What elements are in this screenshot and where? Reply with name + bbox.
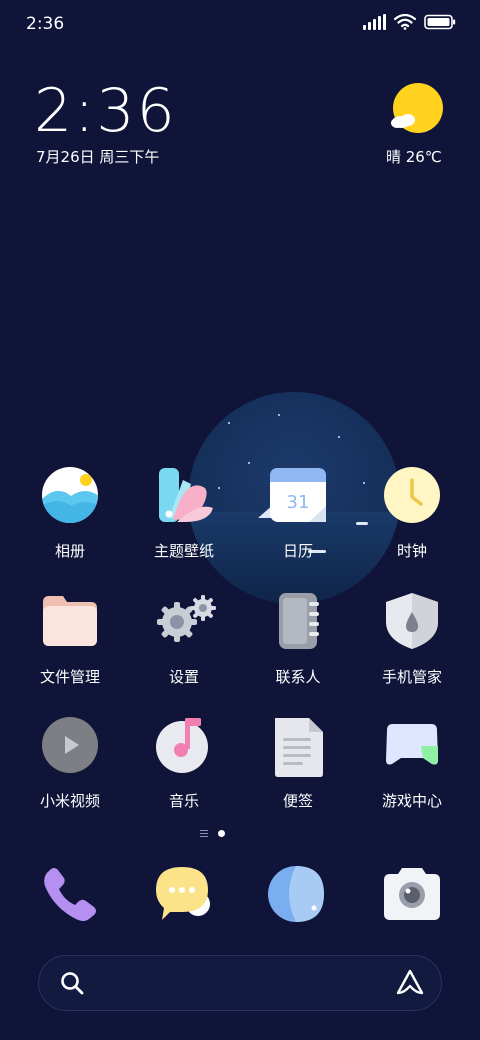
page-indicator[interactable] (200, 830, 225, 837)
app-themes[interactable]: 主题壁纸 (126, 466, 242, 561)
app-label: 手机管家 (381, 668, 442, 686)
contacts-icon (279, 593, 319, 649)
game-controller-icon (386, 724, 438, 765)
clock-icon (384, 467, 440, 523)
themes-icon (159, 468, 213, 522)
app-music[interactable]: 音乐 (126, 716, 242, 811)
cellular-signal-icon (363, 14, 386, 30)
app-label: 设置 (168, 668, 199, 686)
xiaoai-assistant-icon[interactable] (395, 968, 425, 998)
app-gallery[interactable]: 相册 (12, 466, 128, 561)
status-icons (363, 14, 456, 30)
sunny-cloud-icon[interactable] (388, 82, 444, 138)
app-file-manager[interactable]: 文件管理 (12, 592, 128, 687)
browser-icon (268, 866, 324, 922)
clock-widget-time[interactable]: 2:36 (34, 76, 177, 146)
app-notes[interactable]: 便签 (240, 716, 356, 811)
messages-icon (156, 867, 210, 920)
app-label: 相册 (54, 542, 85, 560)
wifi-icon (394, 14, 416, 30)
app-label: 联系人 (275, 668, 321, 686)
phone-icon (44, 868, 96, 921)
calendar-icon: 31 (270, 468, 326, 522)
camera-icon (384, 868, 440, 920)
page-list-icon (200, 830, 208, 837)
current-page-dot (218, 830, 225, 837)
video-play-icon (42, 717, 98, 773)
app-mi-video[interactable]: 小米视频 (12, 716, 128, 811)
weather-text: 晴 26℃ (386, 148, 442, 166)
app-label: 小米视频 (39, 792, 100, 810)
app-calendar[interactable]: 31 日历 (240, 466, 356, 561)
app-label: 便签 (282, 792, 313, 810)
dock-phone[interactable] (12, 864, 128, 924)
calendar-date-number: 31 (287, 492, 310, 513)
search-icon[interactable] (59, 970, 85, 996)
music-note-icon (156, 718, 208, 773)
dock-messages[interactable] (126, 864, 242, 924)
app-settings[interactable]: 设置 (126, 592, 242, 687)
folder-icon (43, 596, 97, 646)
app-contacts[interactable]: 联系人 (240, 592, 356, 687)
app-label: 时钟 (396, 542, 427, 560)
clock-widget-date: 7月26日 周三下午 (36, 148, 160, 166)
dock-camera[interactable] (354, 864, 470, 924)
app-label: 日历 (282, 542, 313, 560)
app-label: 音乐 (168, 792, 199, 810)
status-time: 2:36 (26, 14, 65, 34)
notes-icon (275, 718, 323, 777)
app-label: 主题壁纸 (153, 542, 214, 560)
app-clock[interactable]: 时钟 (354, 466, 470, 561)
app-game-center[interactable]: 游戏中心 (354, 716, 470, 811)
settings-gear-icon (157, 595, 216, 642)
app-security[interactable]: 手机管家 (354, 592, 470, 687)
gallery-icon (42, 467, 98, 523)
battery-icon (424, 14, 456, 30)
status-bar: 2:36 (0, 0, 480, 50)
app-label: 游戏中心 (381, 792, 442, 810)
security-shield-icon (386, 593, 438, 649)
app-label: 文件管理 (39, 668, 100, 686)
dock-browser[interactable] (240, 864, 356, 924)
search-bar[interactable] (38, 955, 442, 1011)
